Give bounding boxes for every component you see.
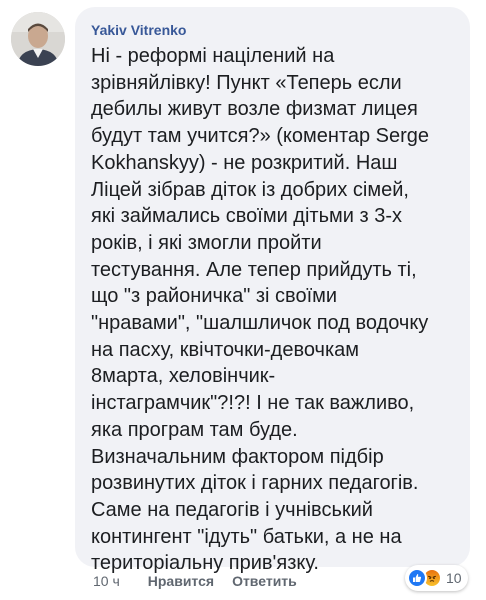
comment-text: Ні - реформі націлений на зрівняйлівку! … (91, 45, 430, 575)
comment-bubble: Yakiv Vitrenko Ні - реформі націлений на… (75, 7, 470, 574)
reaction-count: 10 (446, 570, 462, 586)
comment-actions: 10 ч Нравится Ответить (93, 571, 297, 591)
comment-author[interactable]: Yakiv Vitrenko (91, 21, 460, 39)
profile-photo (11, 12, 65, 66)
like-button[interactable]: Нравится (148, 573, 214, 589)
comment-timestamp[interactable]: 10 ч (93, 573, 120, 589)
like-icon (407, 568, 427, 588)
reactions-summary[interactable]: 10 (405, 565, 468, 591)
reply-button[interactable]: Ответить (232, 573, 297, 589)
avatar[interactable] (11, 12, 65, 66)
